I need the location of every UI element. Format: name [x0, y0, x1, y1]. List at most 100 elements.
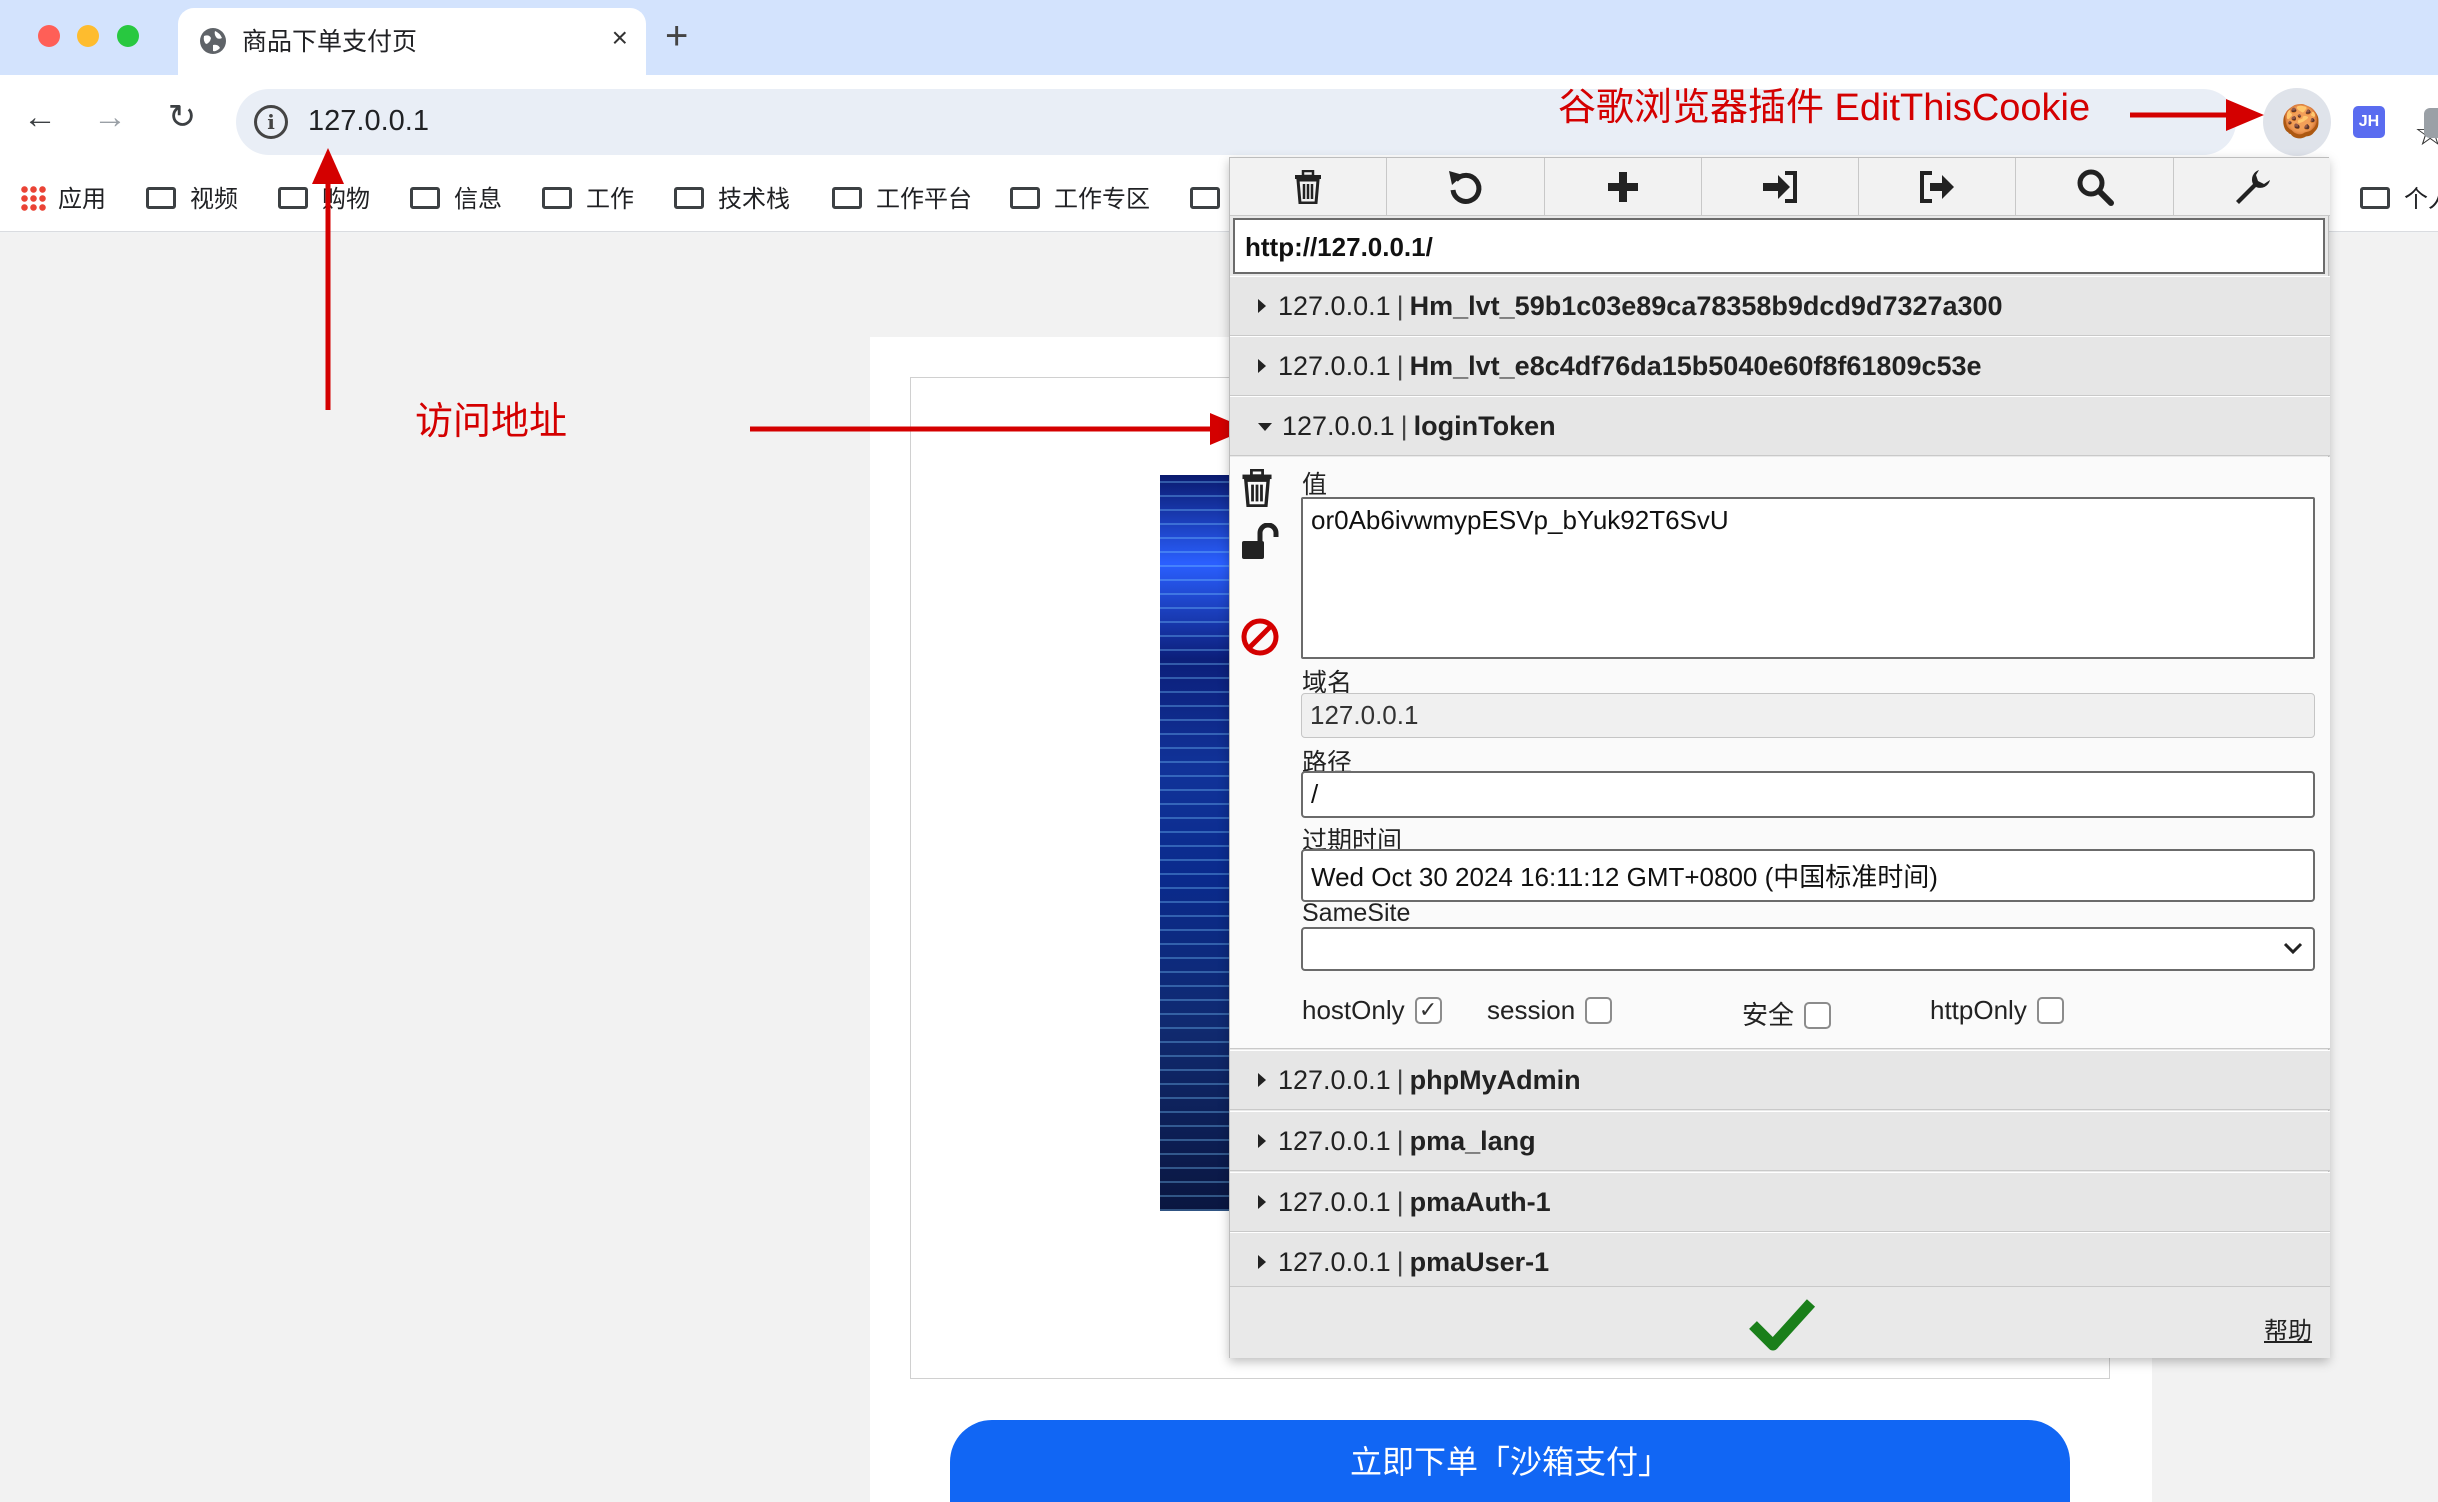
checkbox-checked[interactable]: ✓ [1414, 996, 1442, 1024]
cookie-path-field[interactable]: / [1301, 771, 2315, 818]
apps-grid-icon [20, 184, 46, 211]
cookie-detail-panel: 值 or0Ab6ivwmypESVp_bYuk92T6SvU 域名 127.0.… [1230, 457, 2330, 1049]
cookie-domain: 127.0.0.1 [1278, 1126, 1391, 1156]
globe-icon [200, 28, 226, 54]
expand-arrow-icon [1258, 1195, 1266, 1209]
search-button[interactable] [2016, 158, 2174, 215]
bookmark-folder[interactable]: 购物 [278, 182, 370, 218]
plugin-annotation: 谷歌浏览器插件 EditThisCookie [1558, 87, 2091, 129]
cookie-name: pmaUser-1 [1409, 1247, 1550, 1277]
cookie-row[interactable]: 127.0.0.1 | pmaAuth-1 [1230, 1172, 2330, 1232]
folder-icon [1190, 186, 1220, 209]
cookie-toolbar [1230, 158, 2330, 216]
cookie-expires-field[interactable]: Wed Oct 30 2024 16:11:12 GMT+0800 (中国标准时… [1301, 849, 2315, 902]
reload-button[interactable]: ↻ [162, 97, 202, 137]
import-button[interactable] [1702, 158, 1860, 215]
sign-in-icon [1762, 170, 1797, 203]
bookmark-label: 视频 [190, 186, 238, 213]
hostonly-checkbox[interactable]: hostOnly ✓ [1302, 995, 1442, 1026]
close-tab-icon[interactable]: × [612, 20, 628, 56]
bookmark-label: 应用 [58, 186, 106, 213]
cookie-name: phpMyAdmin [1409, 1065, 1581, 1095]
folder-icon [146, 186, 176, 209]
forward-button[interactable]: → [90, 97, 130, 137]
close-window-button[interactable] [38, 25, 60, 47]
folder-icon [278, 186, 308, 209]
bookmark-folder[interactable]: 个人 [2360, 182, 2438, 218]
cookie-name: pmaAuth-1 [1409, 1187, 1551, 1217]
bookmark-label: 技术栈 [718, 186, 790, 213]
new-tab-button[interactable]: + [665, 12, 688, 60]
bookmark-folder[interactable]: 技术栈 [674, 182, 790, 218]
export-button[interactable] [1859, 158, 2017, 215]
expand-arrow-icon [1258, 1073, 1266, 1087]
plus-icon [1607, 171, 1638, 202]
unlock-icon[interactable] [1240, 523, 1282, 563]
minimize-window-button[interactable] [77, 25, 99, 47]
jh-extension-button[interactable]: JH [2353, 106, 2385, 138]
cookie-value-textarea[interactable]: or0Ab6ivwmypESVp_bYuk92T6SvU [1301, 497, 2315, 659]
active-tab[interactable]: 商品下单支付页 × [178, 8, 646, 75]
cookie-row-expanded[interactable]: 127.0.0.1 | loginToken [1230, 396, 2330, 456]
checkbox[interactable] [1804, 1001, 1832, 1029]
bookmark-folder[interactable] [1190, 182, 1234, 218]
add-cookie-button[interactable] [1545, 158, 1702, 215]
bookmark-apps[interactable]: 应用 [20, 182, 106, 218]
bookmark-folder[interactable]: 视频 [146, 182, 238, 218]
undo-icon [1449, 170, 1482, 204]
cookie-row[interactable]: 127.0.0.1 | Hm_lvt_59b1c03e89ca78358b9dcd9… [1230, 276, 2330, 336]
samesite-label: SameSite [1302, 899, 1411, 927]
folder-icon [832, 186, 862, 209]
options-button[interactable] [2174, 158, 2330, 215]
cookie-row[interactable]: 127.0.0.1 | phpMyAdmin [1230, 1050, 2330, 1110]
bookmark-folder[interactable]: 工作平台 [832, 182, 972, 218]
cookie-row[interactable]: 127.0.0.1 | Hm_lvt_e8c4df76da15b5040e60f8f… [1230, 336, 2330, 396]
folder-icon [674, 186, 704, 209]
back-button[interactable]: ← [20, 97, 60, 137]
cookie-domain: 127.0.0.1 [1278, 1187, 1391, 1217]
delete-cookie-icon[interactable] [1240, 469, 1274, 507]
site-info-icon[interactable]: i [254, 105, 288, 139]
checkbox[interactable] [1585, 996, 1613, 1024]
place-order-button[interactable]: 立即下单「沙箱支付」 [950, 1420, 2070, 1502]
maximize-window-button[interactable] [117, 25, 139, 47]
bookmark-folder[interactable]: 工作专区 [1010, 182, 1150, 218]
secure-checkbox[interactable]: 安全 [1742, 995, 1832, 1032]
samesite-select[interactable] [1301, 927, 2315, 971]
httponly-checkbox[interactable]: httpOnly [1930, 995, 2064, 1026]
cookie-domain: 127.0.0.1 [1278, 291, 1391, 321]
cookie-url-field[interactable]: http://127.0.0.1/ [1233, 218, 2325, 274]
wrench-icon [2235, 169, 2270, 204]
cookie-domain: 127.0.0.1 [1278, 351, 1391, 381]
value-label: 值 [1302, 471, 1328, 499]
sign-out-icon [1920, 170, 1955, 203]
checkbox[interactable] [2036, 996, 2064, 1024]
cookie-popup-footer: 帮助 [1230, 1286, 2330, 1358]
trash-icon [1295, 169, 1322, 204]
tab-title: 商品下单支付页 [242, 28, 418, 56]
editthiscookie-extension-button[interactable]: 🍪 [2263, 88, 2331, 156]
cookie-name: Hm_lvt_59b1c03e89ca78358b9dcd9d7327a300 [1409, 291, 2003, 321]
session-checkbox[interactable]: session [1487, 995, 1613, 1026]
flag-label: httpOnly [1930, 995, 2027, 1025]
help-link[interactable]: 帮助 [2264, 1311, 2312, 1346]
cookie-domain: 127.0.0.1 [1278, 1247, 1391, 1277]
folder-icon [410, 186, 440, 209]
cookie-row[interactable]: 127.0.0.1 | pma_lang [1230, 1111, 2330, 1171]
cookie-name: pma_lang [1409, 1126, 1536, 1156]
reset-button[interactable] [1387, 158, 1545, 215]
bookmark-folder[interactable]: 信息 [410, 182, 502, 218]
address-annotation: 访问地址 [415, 401, 568, 443]
bookmark-label: 工作平台 [876, 186, 972, 213]
cookie-row[interactable]: 127.0.0.1 | pmaUser-1 [1230, 1232, 2330, 1292]
address-url[interactable]: 127.0.0.1 [308, 105, 429, 138]
bookmark-folder[interactable]: 工作 [542, 182, 634, 218]
block-icon[interactable] [1240, 617, 1280, 657]
cookie-name: Hm_lvt_e8c4df76da15b5040e60f8f61809c53e [1409, 351, 1982, 381]
delete-all-button[interactable] [1230, 158, 1388, 215]
confirm-check-icon[interactable] [1749, 1295, 1815, 1351]
editthiscookie-popup: http://127.0.0.1/ 127.0.0.1 | Hm_lvt_59b1c… [1229, 157, 2330, 1358]
extension-icon[interactable] [2424, 108, 2438, 138]
bookmark-label: 工作专区 [1054, 186, 1150, 213]
folder-icon [2360, 186, 2390, 209]
